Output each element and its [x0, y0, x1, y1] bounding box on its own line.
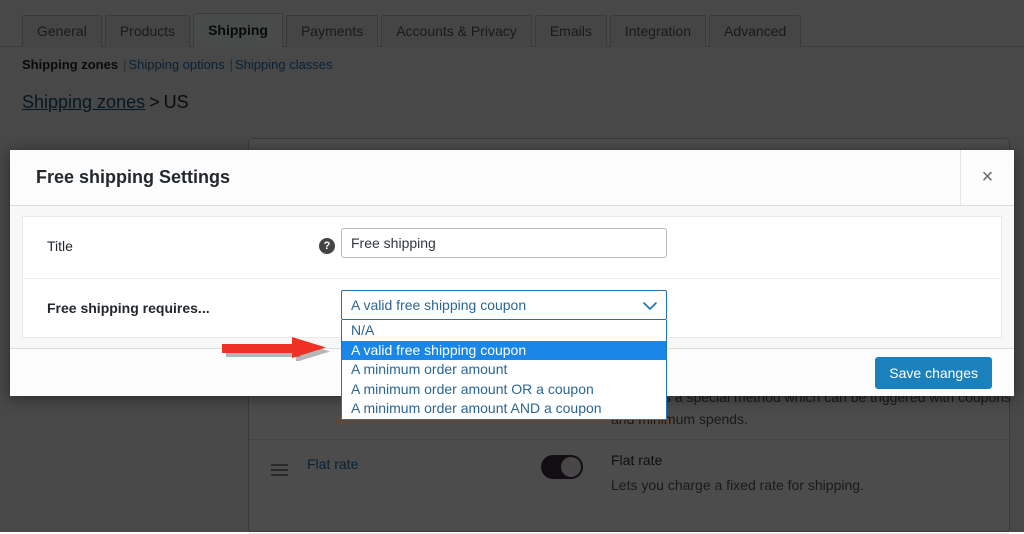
modal-title: Free shipping Settings — [36, 167, 230, 188]
modal-header: Free shipping Settings × — [10, 150, 1014, 206]
free-shipping-settings-modal: Free shipping Settings × Title ? Free sh… — [10, 150, 1014, 396]
free-shipping-requires-select-wrap: A valid free shipping coupon N/A A valid… — [341, 290, 667, 320]
help-icon[interactable]: ? — [319, 238, 335, 254]
option-na[interactable]: N/A — [342, 321, 666, 341]
modal-body: Title ? Free shipping requires... A vali… — [10, 206, 1014, 348]
option-minimum-order-amount[interactable]: A minimum order amount — [342, 360, 666, 380]
form-row-free-shipping-requires: Free shipping requires... A valid free s… — [23, 278, 1001, 339]
chevron-down-icon — [643, 291, 657, 320]
option-minimum-order-amount-and-coupon[interactable]: A minimum order amount AND a coupon — [342, 399, 666, 419]
form-row-title: Title ? — [23, 217, 1001, 278]
label-free-shipping-requires: Free shipping requires... — [47, 300, 210, 316]
option-minimum-order-amount-or-coupon[interactable]: A minimum order amount OR a coupon — [342, 380, 666, 400]
select-selected-value: A valid free shipping coupon — [351, 297, 526, 313]
option-valid-free-shipping-coupon[interactable]: A valid free shipping coupon — [342, 341, 666, 361]
save-changes-button[interactable]: Save changes — [875, 357, 992, 389]
free-shipping-requires-option-list[interactable]: N/A A valid free shipping coupon A minim… — [341, 320, 667, 420]
title-input[interactable] — [341, 228, 667, 258]
close-icon[interactable]: × — [960, 150, 1014, 205]
label-title: Title — [47, 238, 73, 254]
settings-form: Title ? Free shipping requires... A vali… — [22, 216, 1002, 338]
free-shipping-requires-select[interactable]: A valid free shipping coupon — [341, 290, 667, 320]
